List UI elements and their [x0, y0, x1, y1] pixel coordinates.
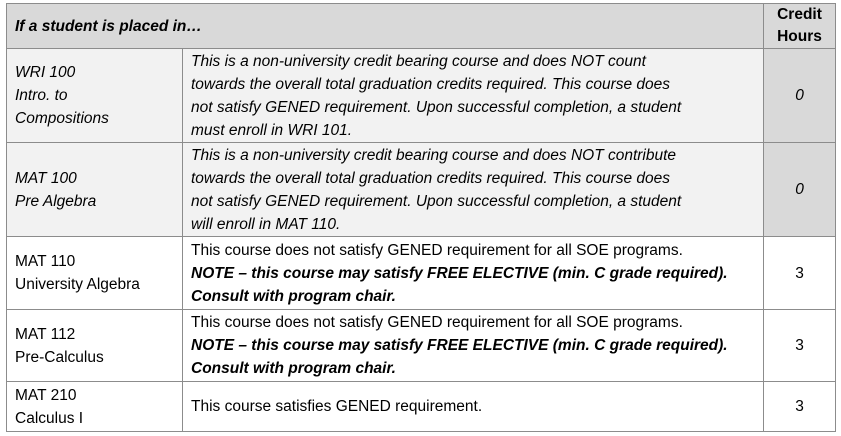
course-title-cont: Compositions: [15, 110, 109, 127]
table-row: MAT 100 Pre Algebra This is a non-univer…: [6, 142, 836, 237]
description-line: This course satisfies GENED requirement.: [191, 398, 483, 415]
course-title: Pre Algebra: [15, 192, 97, 210]
credit-cell: 0: [763, 48, 836, 143]
description-line: towards the overall total graduation cre…: [191, 169, 671, 187]
credit-header-line: Credit: [777, 6, 822, 23]
course-cell: MAT 100 Pre Algebra: [6, 142, 183, 237]
credit-cell: 3: [763, 381, 836, 432]
course-cell: MAT 210 Calculus I: [6, 381, 183, 432]
description-line: This course does not satisfy GENED requi…: [191, 314, 683, 331]
description-line: will enroll in MAT 110.: [191, 215, 341, 233]
course-code: MAT 210: [15, 386, 77, 404]
course-column-header: If a student is placed in…: [6, 3, 764, 49]
table-row: MAT 210 Calculus I This course satisfies…: [6, 381, 836, 432]
note-line: NOTE – this course may satisfy FREE ELEC…: [191, 264, 728, 282]
table-row: WRI 100 Intro. to Compositions This is a…: [6, 48, 836, 143]
placement-table: If a student is placed in… Credit Hours …: [6, 3, 836, 432]
course-cell: WRI 100 Intro. to Compositions: [6, 48, 183, 143]
description-cell: This is a non-university credit bearing …: [182, 142, 764, 237]
description-line: must enroll in WRI 101.: [191, 121, 353, 139]
course-title: University Algebra: [15, 276, 140, 293]
description-line: This course does not satisfy GENED requi…: [191, 241, 683, 259]
note-line: NOTE – this course may satisfy FREE ELEC…: [191, 337, 728, 354]
credit-hours-column-header: Credit Hours: [763, 3, 836, 49]
description-line: not satisfy GENED requirement. Upon succ…: [191, 98, 682, 116]
hours-header-line: Hours: [777, 28, 822, 45]
description-cell: This course does not satisfy GENED requi…: [182, 236, 764, 310]
description-line: This is a non-university credit bearing …: [191, 146, 677, 164]
description-line: towards the overall total graduation cre…: [191, 75, 671, 93]
description-line: This is a non-university credit bearing …: [191, 52, 646, 70]
course-code: MAT 112: [15, 325, 76, 343]
course-code: MAT 110: [15, 253, 76, 270]
course-code: WRI 100: [15, 64, 76, 81]
description-line: not satisfy GENED requirement. Upon succ…: [191, 192, 682, 210]
credit-cell: 3: [763, 309, 836, 382]
description-cell: This course does not satisfy GENED requi…: [182, 309, 764, 382]
description-cell: This is a non-university credit bearing …: [182, 48, 764, 143]
course-title: Calculus I: [15, 409, 84, 427]
table-row: MAT 110 University Algebra This course d…: [6, 236, 836, 310]
credit-cell: 3: [763, 236, 836, 310]
course-title: Intro. to: [15, 87, 68, 104]
table-row: MAT 112 Pre-Calculus This course does no…: [6, 309, 836, 382]
description-cell: This course satisfies GENED requirement.: [182, 381, 764, 432]
course-title: Pre-Calculus: [15, 348, 104, 366]
table-header-row: If a student is placed in… Credit Hours: [6, 3, 836, 49]
note-line: Consult with program chair.: [191, 360, 396, 377]
course-code: MAT 100: [15, 169, 77, 187]
note-line: Consult with program chair.: [191, 287, 396, 305]
course-cell: MAT 110 University Algebra: [6, 236, 183, 310]
course-cell: MAT 112 Pre-Calculus: [6, 309, 183, 382]
credit-cell: 0: [763, 142, 836, 237]
